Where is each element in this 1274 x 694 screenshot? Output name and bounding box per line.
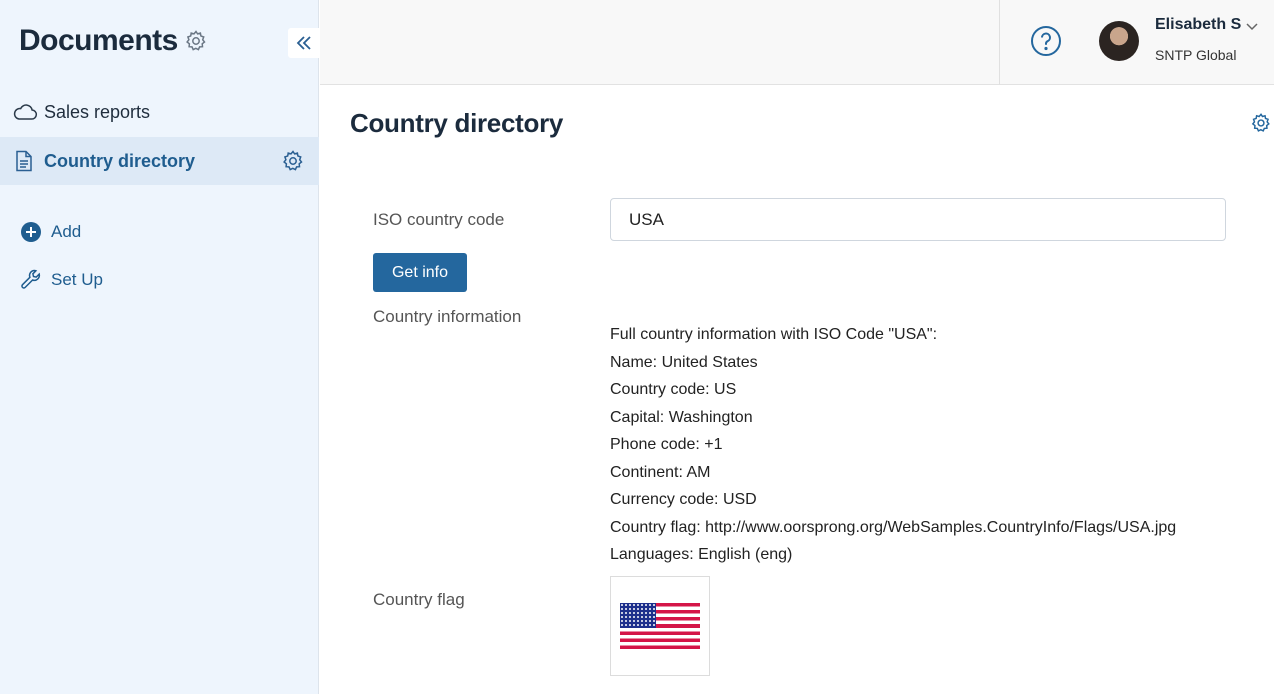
sidebar-item-sales-reports[interactable]: Sales reports: [0, 88, 319, 136]
app-settings-gear-icon[interactable]: [184, 29, 208, 58]
usa-flag: [620, 603, 700, 649]
top-header: Elisabeth S SNTP Global: [320, 0, 1274, 85]
country-flag-image: [610, 576, 710, 676]
info-line: Continent: AM: [610, 463, 711, 481]
add-button[interactable]: Add: [20, 221, 81, 243]
cloud-icon: [13, 104, 38, 120]
add-label: Add: [51, 222, 82, 241]
collapse-sidebar-button[interactable]: [288, 28, 320, 58]
info-line: Phone code: +1: [610, 436, 723, 453]
wrench-icon: [21, 269, 41, 289]
app-title: Documents: [19, 24, 208, 58]
sidebar-item-label: Sales reports: [44, 101, 151, 122]
info-line: Full country information with ISO Code "…: [610, 326, 938, 343]
user-company: SNTP Global: [1155, 47, 1237, 63]
set-up-label: Set Up: [51, 270, 103, 289]
info-line: Country flag: http://www.oorsprong.org/W…: [610, 518, 1177, 536]
item-settings-gear-icon[interactable]: [281, 149, 305, 178]
avatar[interactable]: [1099, 21, 1139, 61]
set-up-button[interactable]: Set Up: [20, 268, 103, 292]
flag-canton: [620, 603, 656, 628]
user-name[interactable]: Elisabeth S: [1155, 16, 1241, 34]
info-line: Languages: English (eng): [610, 546, 793, 563]
iso-code-input[interactable]: [610, 198, 1226, 241]
page-title: Country directory: [350, 108, 564, 138]
double-chevron-left-icon: [296, 36, 311, 50]
info-line: Name: United States: [610, 353, 758, 371]
sidebar: Documents Sales reports Country director…: [0, 0, 320, 694]
sidebar-item-label: Country directory: [44, 150, 196, 171]
country-flag-label: Country flag: [373, 590, 465, 609]
iso-code-label: ISO country code: [373, 210, 505, 229]
get-info-button[interactable]: Get info: [373, 253, 467, 292]
country-information-text: Full country information with ISO Code "…: [610, 321, 1176, 569]
help-button[interactable]: [1030, 25, 1062, 62]
question-circle-icon: [1031, 26, 1061, 56]
app-title-text: Documents: [19, 24, 178, 57]
info-line: Currency code: USD: [610, 491, 757, 508]
info-line: Capital: Washington: [610, 408, 753, 426]
sidebar-item-country-directory[interactable]: Country directory: [0, 137, 319, 185]
header-divider: [999, 0, 1000, 85]
plus-circle-icon: [21, 222, 41, 242]
country-information-label: Country information: [373, 307, 522, 326]
page-settings-gear-icon[interactable]: [1250, 112, 1272, 139]
document-icon: [16, 150, 32, 172]
info-line: Country code: US: [610, 381, 737, 398]
chevron-down-icon[interactable]: [1245, 19, 1259, 37]
